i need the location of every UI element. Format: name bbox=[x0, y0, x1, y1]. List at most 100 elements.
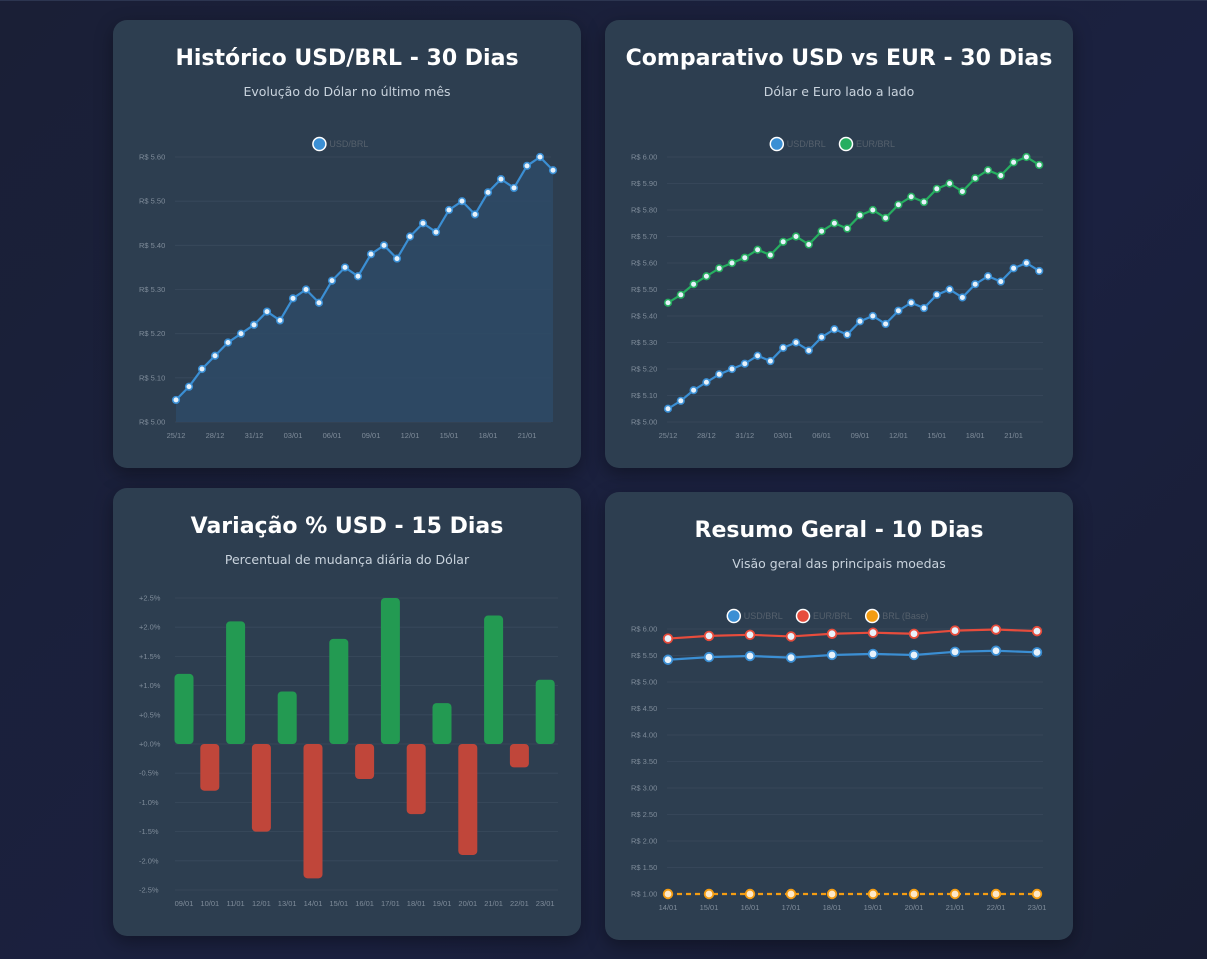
eur-point bbox=[826, 628, 838, 639]
eur-point bbox=[983, 166, 993, 175]
eur-point bbox=[1031, 625, 1043, 637]
usd-point bbox=[971, 280, 980, 289]
brl-point bbox=[1031, 888, 1043, 900]
eur-point bbox=[996, 171, 1005, 180]
usd-point bbox=[996, 277, 1005, 286]
x-tick-label: 15/01 bbox=[440, 431, 459, 440]
y-tick-label: +1.0% bbox=[139, 681, 161, 690]
eur-point bbox=[855, 211, 865, 220]
usd-point bbox=[753, 351, 762, 360]
usd-point bbox=[727, 364, 737, 374]
brl-point bbox=[662, 888, 674, 900]
x-tick-label: 09/01 bbox=[851, 431, 870, 440]
y-tick-label: R$ 5.00 bbox=[139, 418, 165, 427]
bar-negative bbox=[200, 744, 220, 791]
eur-point bbox=[703, 630, 715, 642]
summary-chart: R$ 1.00 R$ 1.50 R$ 2.00 R$ 2.50 R$ 3.00 R$ 3.… bbox=[631, 608, 1046, 912]
x-tick-label: 14/01 bbox=[304, 899, 323, 908]
eur-point bbox=[663, 298, 673, 307]
legend-label: EUR/BRL bbox=[813, 611, 852, 621]
chart-card-summary: Resumo Geral - 10 Dias Visão geral das p… bbox=[605, 492, 1073, 940]
y-tick-label: R$ 5.30 bbox=[631, 338, 657, 347]
x-tick-label: 18/01 bbox=[479, 431, 498, 440]
x-tick-label: 17/01 bbox=[782, 903, 801, 912]
usd-point bbox=[919, 303, 929, 313]
legend-marker bbox=[769, 136, 785, 152]
x-tick-label: 21/01 bbox=[946, 903, 965, 912]
x-tick-label: 25/12 bbox=[167, 431, 186, 440]
x-tick-label: 20/01 bbox=[458, 899, 477, 908]
usd-line bbox=[667, 261, 1040, 410]
y-tick-label: R$ 2.50 bbox=[631, 810, 657, 819]
eur-point bbox=[945, 179, 954, 188]
usd-point bbox=[826, 649, 838, 661]
eur-point bbox=[894, 200, 903, 209]
eur-point bbox=[1022, 152, 1031, 162]
x-tick-label: 22/01 bbox=[510, 899, 529, 908]
bar-negative bbox=[406, 744, 426, 815]
y-tick-label: R$ 5.30 bbox=[139, 285, 165, 294]
x-tick-label: 16/01 bbox=[741, 903, 760, 912]
y-tick-label: -1.0% bbox=[139, 798, 159, 807]
legend-marker bbox=[312, 136, 327, 152]
usd-point bbox=[535, 152, 545, 162]
eur-point bbox=[817, 227, 826, 236]
x-tick-label: 18/01 bbox=[823, 903, 842, 912]
eur-point bbox=[689, 280, 698, 289]
y-tick-label: R$ 3.00 bbox=[631, 784, 657, 793]
eur-point bbox=[715, 264, 724, 273]
x-tick-label: 12/01 bbox=[889, 431, 908, 440]
usd-point bbox=[868, 311, 877, 321]
usd-vs-eur-chart: R$ 5.00 R$ 5.10 R$ 5.20 R$ 5.30 R$ 5.40 R$ 5.… bbox=[631, 136, 1044, 440]
usd-point bbox=[830, 325, 839, 334]
usd-point bbox=[483, 188, 493, 197]
x-tick-label: 06/01 bbox=[812, 431, 831, 440]
y-tick-label: R$ 4.00 bbox=[631, 731, 657, 740]
eur-point bbox=[727, 258, 737, 268]
x-tick-label: 06/01 bbox=[323, 431, 342, 440]
eur-point bbox=[971, 174, 980, 183]
eur-point bbox=[1035, 160, 1044, 170]
usd-point bbox=[907, 298, 916, 307]
usd-point bbox=[210, 351, 220, 360]
usd-point bbox=[663, 404, 673, 413]
usd-point bbox=[1031, 647, 1043, 658]
usd-point bbox=[262, 307, 272, 316]
bar-positive bbox=[484, 615, 504, 744]
usd-point bbox=[509, 183, 519, 193]
x-tick-label: 14/01 bbox=[659, 903, 678, 912]
x-tick-label: 09/01 bbox=[175, 899, 194, 908]
eur-point bbox=[919, 197, 929, 207]
bar-positive bbox=[174, 673, 194, 744]
x-tick-label: 09/01 bbox=[362, 431, 381, 440]
y-tick-label: R$ 5.10 bbox=[139, 373, 165, 382]
eur-point bbox=[804, 240, 813, 249]
eur-point bbox=[791, 232, 801, 241]
x-tick-label: 25/12 bbox=[659, 431, 678, 440]
usd-point bbox=[327, 276, 337, 285]
y-tick-label: R$ 1.00 bbox=[631, 890, 657, 899]
usd-point bbox=[990, 645, 1002, 656]
brl-point bbox=[826, 888, 838, 900]
x-tick-label: 28/12 bbox=[206, 431, 225, 440]
y-tick-label: +0.0% bbox=[139, 740, 161, 749]
top-border bbox=[0, 0, 1207, 1]
usd-point bbox=[908, 649, 920, 661]
usd-point bbox=[366, 250, 376, 259]
x-tick-label: 03/01 bbox=[774, 431, 793, 440]
eur-point bbox=[740, 253, 749, 262]
brl-point bbox=[744, 888, 756, 900]
usd-point bbox=[379, 241, 389, 250]
usd-point bbox=[431, 227, 441, 237]
x-tick-label: 22/01 bbox=[987, 903, 1006, 912]
x-tick-label: 15/01 bbox=[329, 899, 348, 908]
eur-line bbox=[667, 155, 1040, 304]
brl-point bbox=[949, 888, 961, 900]
eur-point bbox=[843, 224, 852, 233]
usd-point bbox=[740, 359, 749, 368]
y-tick-label: +1.5% bbox=[139, 652, 161, 661]
chart-card-usd-vs-eur: Comparativo USD vs EUR - 30 Dias Dólar e… bbox=[605, 20, 1073, 468]
usd-point bbox=[949, 646, 961, 657]
usd-point bbox=[301, 285, 311, 294]
usd-point bbox=[662, 654, 674, 665]
